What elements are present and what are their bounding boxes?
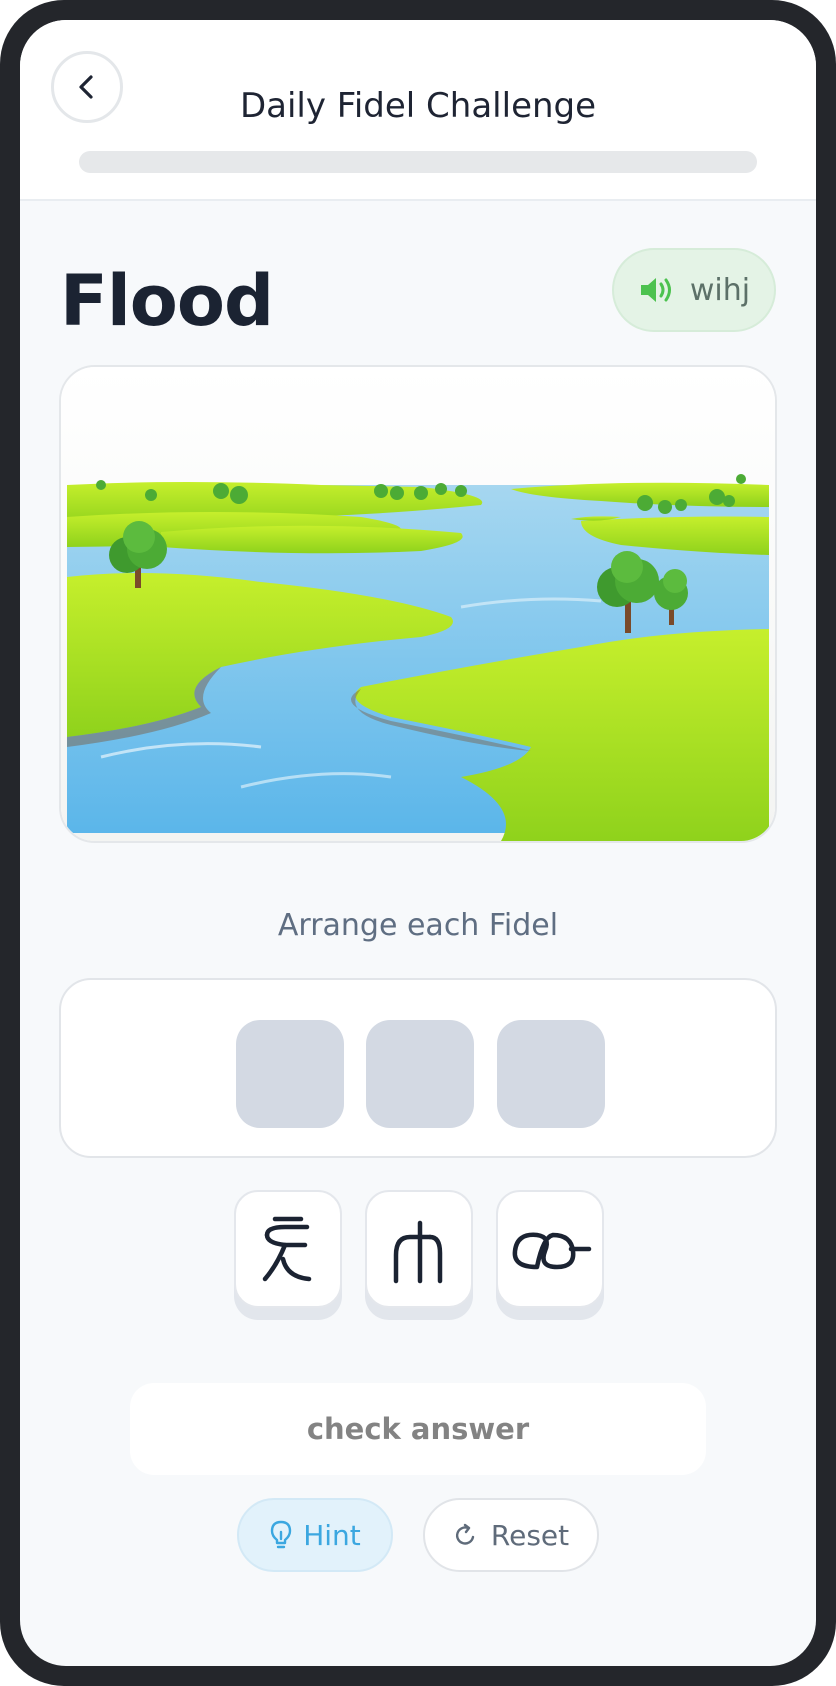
refresh-icon bbox=[455, 1523, 475, 1545]
fidel-glyph-wu bbox=[512, 1232, 592, 1270]
challenge-progress-bar bbox=[79, 151, 757, 173]
audio-transliteration: wihj bbox=[689, 272, 751, 308]
instruction-text: Arrange each Fidel bbox=[277, 908, 559, 943]
reset-button[interactable]: Reset bbox=[423, 1498, 599, 1572]
answer-slot-1[interactable] bbox=[236, 1020, 344, 1128]
answer-slot-2[interactable] bbox=[366, 1020, 474, 1128]
page-title: Daily Fidel Challenge bbox=[239, 86, 597, 126]
device-frame: Daily Fidel Challenge Flood wihj Arrange… bbox=[0, 0, 836, 1686]
letter-tile-1[interactable] bbox=[234, 1190, 342, 1308]
check-answer-button[interactable]: check answer bbox=[130, 1383, 706, 1475]
hint-button[interactable]: Hint bbox=[237, 1498, 393, 1572]
answer-slot-3[interactable] bbox=[497, 1020, 605, 1128]
fidel-glyph-ha bbox=[393, 1220, 443, 1284]
letter-tile-2[interactable] bbox=[365, 1190, 473, 1308]
word-illustration-card bbox=[59, 365, 777, 843]
reset-label: Reset bbox=[490, 1518, 570, 1552]
chevron-left-icon bbox=[79, 75, 93, 99]
top-bar: Daily Fidel Challenge bbox=[20, 20, 816, 201]
target-word: Flood bbox=[60, 260, 274, 342]
answer-area bbox=[59, 978, 777, 1158]
pronunciation-audio-button[interactable]: wihj bbox=[612, 248, 776, 332]
hint-label: Hint bbox=[303, 1518, 361, 1552]
flood-landscape-illustration bbox=[61, 367, 775, 841]
speaker-icon bbox=[640, 278, 671, 302]
fidel-glyph-ja bbox=[262, 1216, 312, 1282]
letter-tile-3[interactable] bbox=[496, 1190, 604, 1308]
back-button[interactable] bbox=[51, 51, 123, 123]
app-screen: Daily Fidel Challenge Flood wihj Arrange… bbox=[20, 20, 816, 1666]
lightbulb-icon bbox=[271, 1520, 292, 1549]
